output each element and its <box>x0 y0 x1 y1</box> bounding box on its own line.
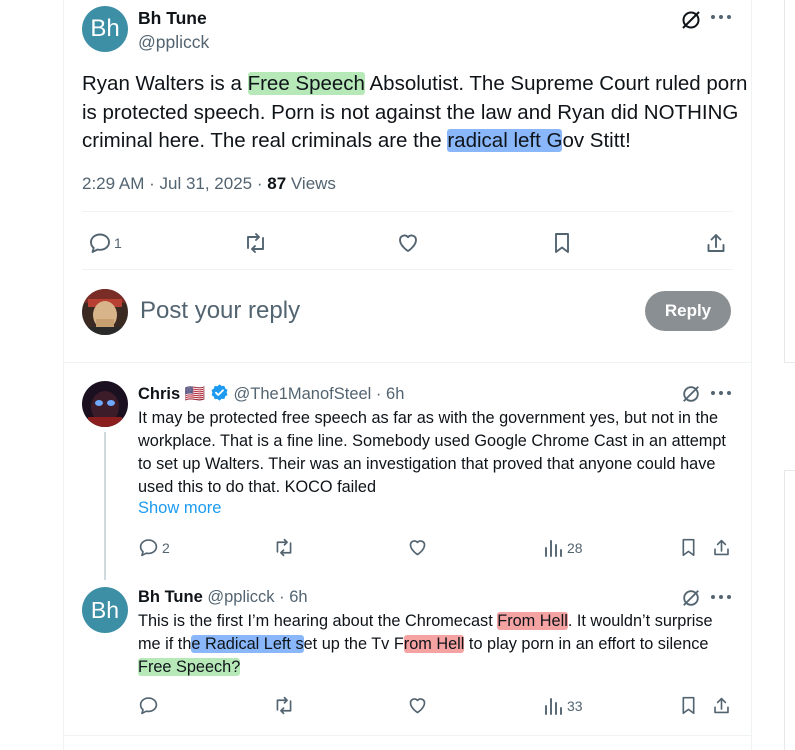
reply-icon <box>139 539 158 557</box>
like-icon <box>399 234 417 252</box>
highlight-blue: e Radical Left s <box>191 635 304 653</box>
reply-time[interactable]: 6h <box>386 385 404 403</box>
adjacent-panel-edge <box>784 0 795 750</box>
views-count: 33 <box>567 697 583 714</box>
highlight-blue: radical left G <box>447 129 563 152</box>
divider <box>64 735 751 736</box>
views-button[interactable]: 33 <box>543 695 583 716</box>
reply-count: 2 <box>162 539 170 556</box>
highlight-red: rom Hell <box>403 635 465 653</box>
reply-text: This is the first I’m hearing about the … <box>138 612 713 676</box>
retweet-icon <box>247 233 264 253</box>
divider <box>64 362 751 363</box>
author-name[interactable]: Bh Tune <box>138 588 203 606</box>
post-date[interactable]: Jul 31, 2025 <box>159 174 252 193</box>
reply-button[interactable]: 1 <box>88 231 122 255</box>
views-count: 87 <box>267 174 287 193</box>
grok-icon[interactable] <box>680 9 702 31</box>
author-name[interactable]: Bh Tune <box>138 8 207 29</box>
avatar[interactable]: Bh <box>82 587 128 633</box>
avatar-initials: Bh <box>90 596 120 623</box>
more-icon[interactable] <box>710 389 732 397</box>
like-button[interactable] <box>396 231 420 255</box>
share-button[interactable] <box>705 231 727 255</box>
divider <box>82 211 733 212</box>
bookmark-icon <box>555 233 569 253</box>
highlight-green: Free Speech <box>247 72 365 95</box>
reply-header: Bh Tune @pplicck · 6h <box>138 588 308 606</box>
reply-count: 1 <box>114 235 122 251</box>
views-button[interactable]: 28 <box>543 537 583 558</box>
avatar[interactable]: Bh <box>82 6 128 52</box>
reply-icon[interactable] <box>138 695 159 716</box>
thread-line <box>104 432 106 580</box>
bookmark-button[interactable] <box>551 231 573 255</box>
like-icon[interactable] <box>407 537 428 558</box>
reply-button[interactable]: 2 <box>138 537 170 558</box>
avatar-initials: Bh <box>90 15 120 42</box>
like-icon[interactable] <box>407 695 428 716</box>
bookmark-icon[interactable] <box>679 537 698 558</box>
more-icon[interactable] <box>710 13 732 21</box>
bookmark-icon[interactable] <box>679 695 698 716</box>
reply-header: Chris 🇺🇸 @The1ManofSteel · 6h <box>138 384 405 403</box>
flag-icon: 🇺🇸 <box>184 385 206 403</box>
divider <box>82 269 733 270</box>
retweet-icon[interactable] <box>273 695 295 716</box>
retweet-icon[interactable] <box>273 537 295 558</box>
views-count: 28 <box>567 539 583 556</box>
post-meta: 2:29 AM · Jul 31, 2025 · 87 Views <box>82 174 336 193</box>
author-name[interactable]: Chris <box>138 385 180 403</box>
highlight-red: From Hell <box>497 612 568 630</box>
reply-input[interactable]: Post your reply <box>140 297 300 325</box>
timeline-border-left <box>63 0 64 750</box>
views-label: Views <box>290 174 336 193</box>
share-icon[interactable] <box>712 537 731 558</box>
reply-text: It may be protected free speech as far a… <box>138 409 726 496</box>
highlight-green: Free Speech? <box>138 658 241 676</box>
verified-badge-icon <box>211 384 228 401</box>
post-time[interactable]: 2:29 AM <box>82 174 144 193</box>
author-handle[interactable]: @pplicck <box>138 32 209 53</box>
retweet-button[interactable] <box>243 231 268 255</box>
reply-time[interactable]: 6h <box>289 588 307 606</box>
views-icon <box>545 540 562 557</box>
my-avatar[interactable] <box>82 289 128 335</box>
more-icon[interactable] <box>710 593 732 601</box>
show-more-link[interactable]: Show more <box>138 499 221 518</box>
post-text: Ryan Walters is a Free Speech Absolutist… <box>82 72 748 152</box>
grok-icon[interactable] <box>681 384 701 404</box>
author-handle[interactable]: @The1ManofSteel <box>234 385 372 403</box>
share-icon <box>707 234 725 252</box>
author-handle[interactable]: @pplicck <box>207 588 274 606</box>
share-icon[interactable] <box>712 695 731 716</box>
reply-icon <box>90 233 110 253</box>
grok-icon[interactable] <box>681 588 701 608</box>
avatar[interactable] <box>82 381 128 427</box>
views-icon <box>545 698 562 715</box>
reply-submit-button[interactable]: Reply <box>645 291 731 331</box>
